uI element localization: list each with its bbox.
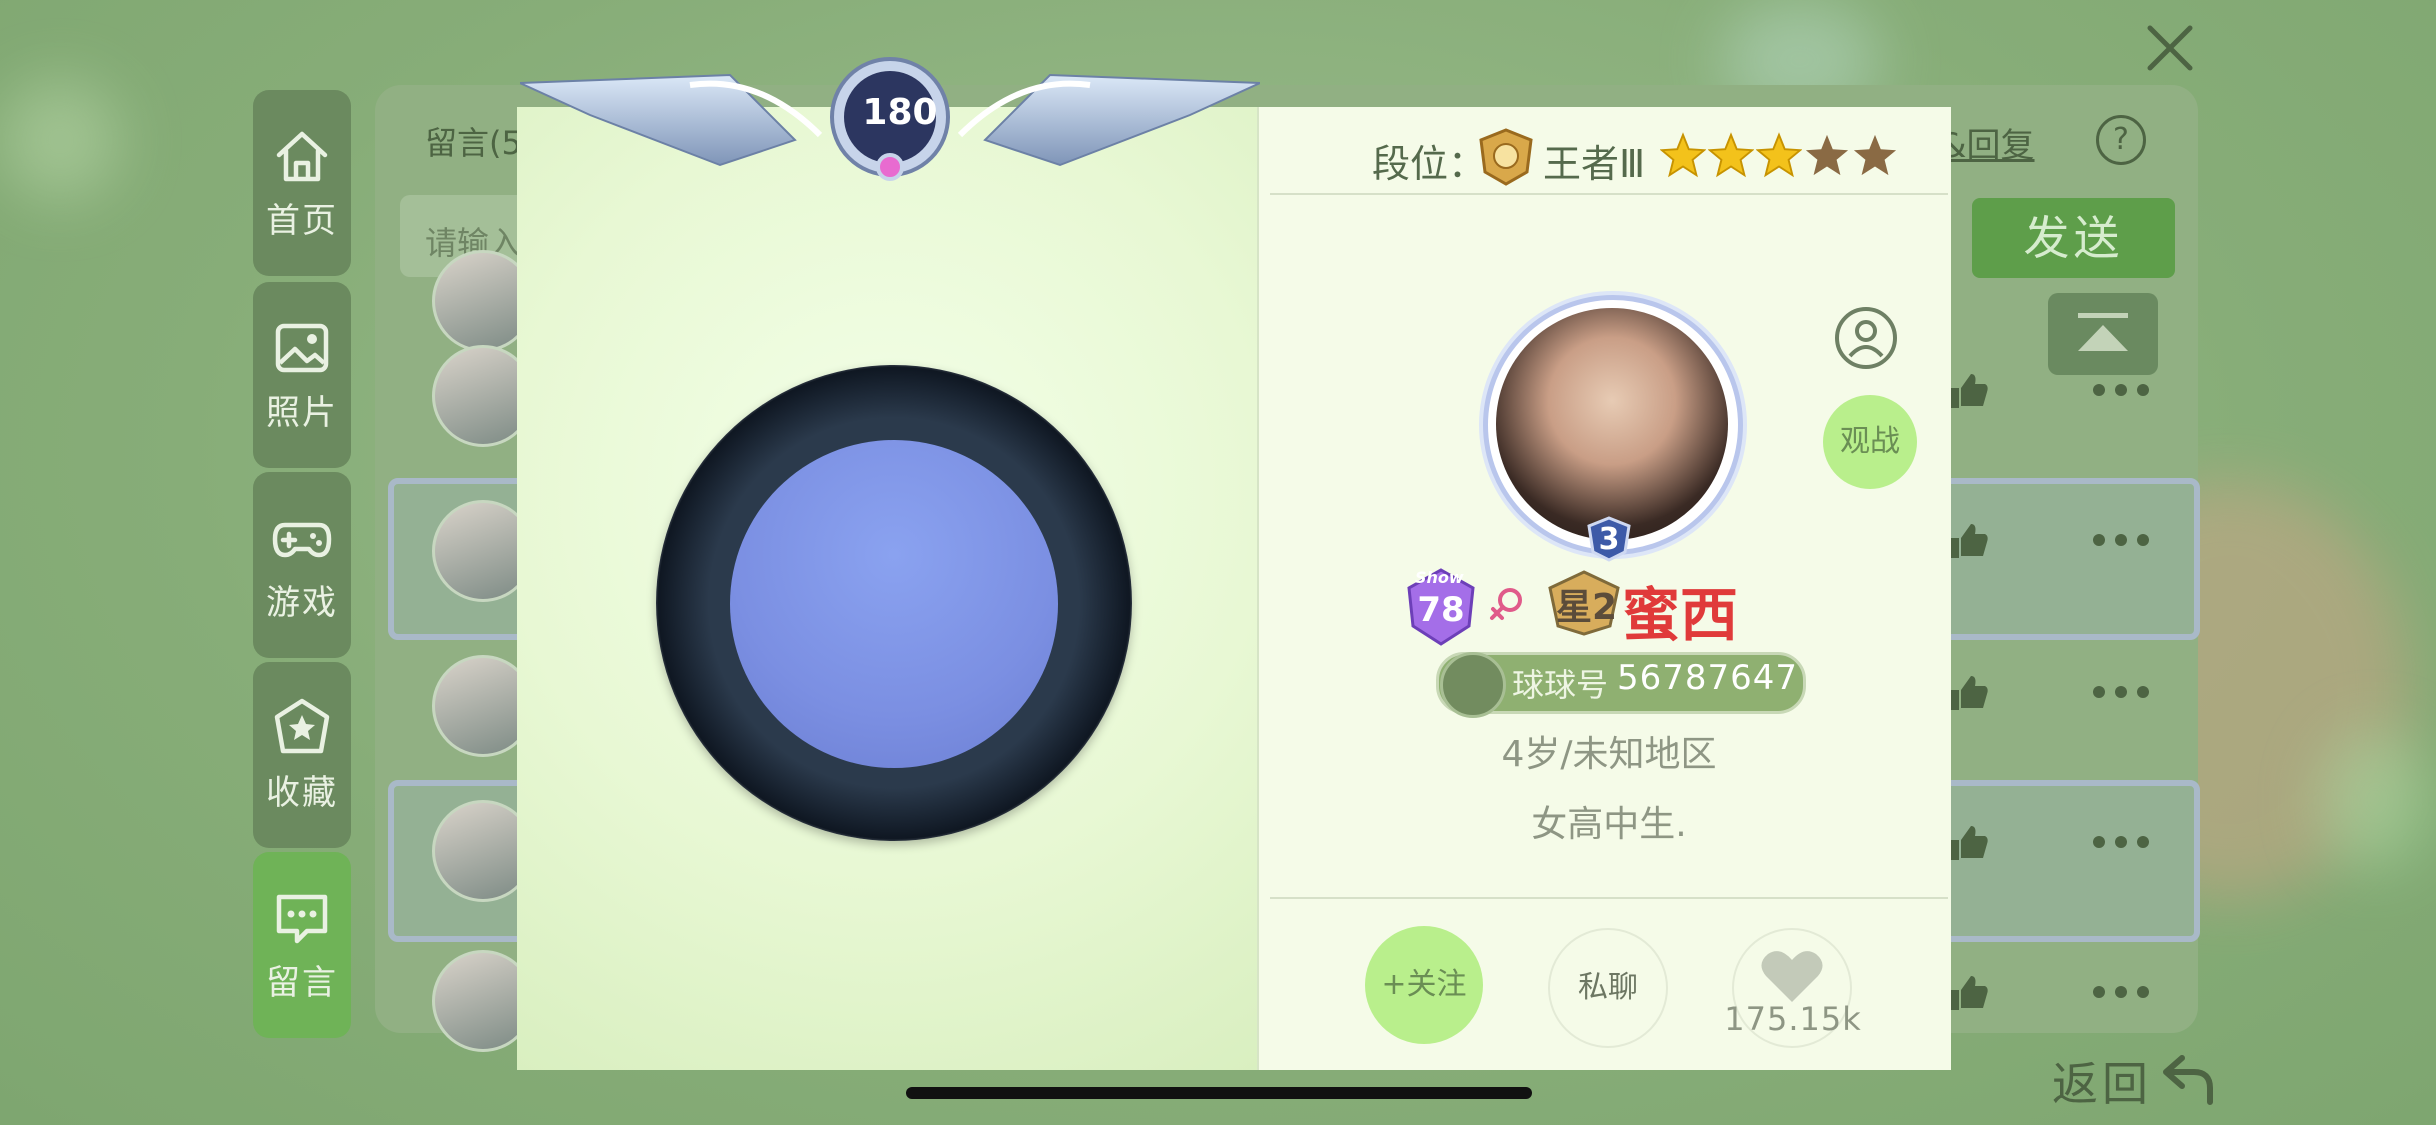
level-number: 180	[862, 92, 938, 133]
scroll-top-icon	[2078, 313, 2128, 351]
watch-button[interactable]: 观战	[1823, 395, 1917, 489]
rank-label: 段位：	[1372, 142, 1487, 186]
back-arrow-icon[interactable]	[2160, 1050, 2216, 1106]
home-icon	[276, 131, 328, 181]
divider	[1270, 897, 1948, 899]
reply-tab-label[interactable]: &回复	[1940, 118, 2035, 167]
close-icon[interactable]	[2140, 18, 2200, 78]
image-icon	[275, 323, 329, 372]
age-region: 4岁/未知地区	[1501, 734, 1717, 775]
person-icon[interactable]	[1834, 306, 1898, 370]
like-icon[interactable]	[1945, 972, 2025, 1012]
star-filled-icon	[1707, 132, 1755, 178]
like-count: 175.15k	[1724, 1000, 1862, 1038]
star-empty-icon	[1805, 134, 1849, 176]
private-chat-button[interactable]: 私聊	[1548, 928, 1668, 1048]
profile-badge-level: 3	[1598, 522, 1620, 557]
show-badge-text: Show	[1415, 568, 1464, 587]
star-filled-icon	[1659, 132, 1707, 178]
send-button[interactable]: 发送	[1972, 198, 2175, 278]
more-icon[interactable]	[2085, 370, 2165, 410]
gamepad-icon	[272, 522, 332, 557]
rank-name: 王者Ⅲ	[1543, 142, 1646, 186]
nav-label: 游戏	[266, 582, 338, 623]
nav-label: 留言	[266, 962, 338, 1003]
nav-item-favorites[interactable]: 收藏	[253, 662, 351, 848]
show-level: 78	[1417, 590, 1465, 630]
signature: 女高中生.	[1531, 804, 1687, 845]
rank-stars	[1659, 132, 1898, 178]
like-icon[interactable]	[1945, 822, 2025, 862]
star-icon	[274, 698, 330, 753]
more-icon[interactable]	[2085, 822, 2165, 862]
nav-label: 收藏	[266, 772, 338, 813]
message-tab-label: 留言(5	[425, 124, 522, 162]
divider	[1270, 193, 1948, 195]
help-button[interactable]: ?	[2096, 115, 2146, 165]
more-icon[interactable]	[2085, 672, 2165, 712]
avatar-frame-center[interactable]	[730, 440, 1058, 768]
player-id-label: 球球号	[1512, 666, 1609, 704]
like-icon[interactable]	[1945, 520, 2025, 560]
follow-button[interactable]: +关注	[1365, 926, 1483, 1044]
back-button-label[interactable]: 返回	[2052, 1048, 2152, 1114]
player-id-number: 56787647	[1617, 658, 1799, 698]
nav-item-home[interactable]: 首页	[253, 90, 351, 276]
profile-avatar[interactable]	[1496, 308, 1728, 540]
nav-label: 照片	[266, 392, 338, 433]
nav-item-games[interactable]: 游戏	[253, 472, 351, 658]
message-icon	[276, 894, 328, 943]
home-indicator[interactable]	[906, 1087, 1532, 1099]
nav-item-messages[interactable]: 留言	[253, 852, 351, 1038]
scroll-top-button[interactable]	[2048, 293, 2158, 375]
rank-badge-icon	[1479, 128, 1533, 186]
nav-item-photos[interactable]: 照片	[253, 282, 351, 468]
nav-label: 首页	[266, 200, 338, 241]
female-icon	[1490, 588, 1522, 620]
more-icon[interactable]	[2085, 972, 2165, 1012]
nickname: 蜜西	[1622, 581, 1739, 649]
player-id-icon	[1440, 652, 1506, 718]
more-icon[interactable]	[2085, 520, 2165, 560]
like-icon[interactable]	[1945, 370, 2025, 410]
like-icon[interactable]	[1945, 672, 2025, 712]
star-empty-icon	[1853, 134, 1897, 176]
star-level-text: 星2	[1556, 587, 1618, 628]
star-filled-icon	[1755, 132, 1803, 178]
